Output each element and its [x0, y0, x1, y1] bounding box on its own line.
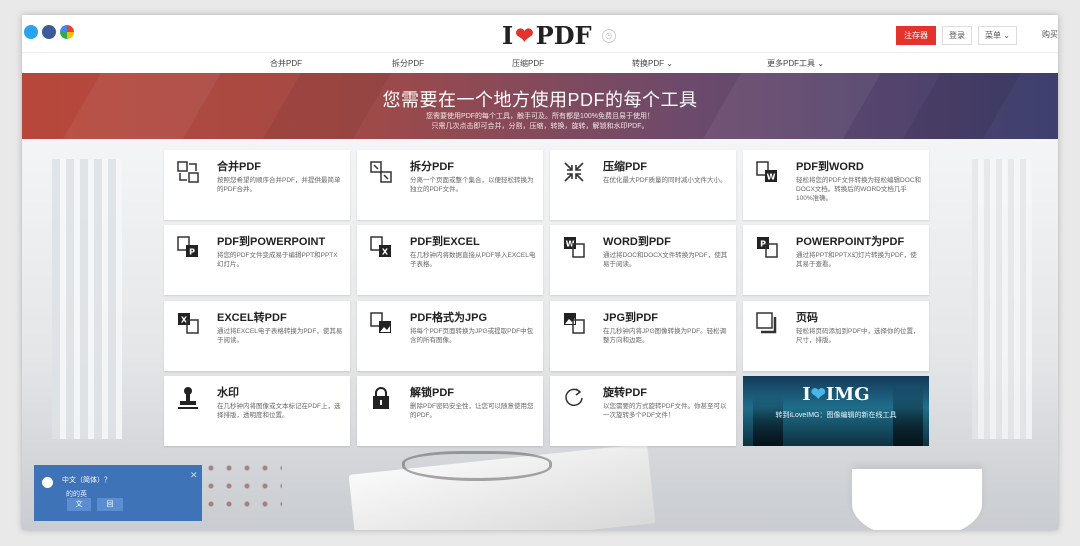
excel-file-icon: X: [370, 236, 391, 257]
word-to-pdf-icon: W: [564, 237, 585, 258]
jpg-to-pdf-icon: [564, 313, 585, 334]
tool-card-rotate-pdf[interactable]: 旋转PDF 以您需要的方式旋转PDF文件。你甚至可以一次旋转多个PDF文件！: [550, 376, 736, 446]
page-numbers-icon: [756, 312, 777, 334]
tool-card-pdf-to-jpg[interactable]: PDF格式为JPG 将每个PDF页面转换为JPG或提取PDF中包含的所有图像。: [357, 301, 543, 371]
tool-card-split-pdf[interactable]: 拆分PDF 分离一个页面或整个集合，以便轻松转换为独立的PDF文件。: [357, 150, 543, 220]
close-icon[interactable]: ✕: [190, 470, 198, 481]
hero-banner: 您需要在一个地方使用PDF的每个工具 您需要使用PDF的每个工具，触手可及。所有…: [22, 73, 1058, 139]
decor-image: [202, 459, 282, 519]
iloveimg-promo-banner[interactable]: I❤IMG 转到iLoveIMG：图像编辑的新在线工具: [743, 376, 929, 446]
compress-icon: [564, 162, 584, 182]
tool-card-word-to-pdf[interactable]: W WORD到PDF 通过将DOC和DOCX文件转换为PDF，使其易于阅读。: [550, 225, 736, 295]
login-button[interactable]: 登录: [942, 26, 972, 45]
word-file-icon: W: [756, 161, 777, 182]
ilovepdf-logo[interactable]: I ❤ PDF ◷: [502, 21, 616, 50]
language-yes-button[interactable]: 文: [67, 498, 91, 511]
powerpoint-file-icon: P: [177, 236, 198, 257]
svg-text:P: P: [760, 240, 766, 249]
main-nav: 合并PDF 拆分PDF 压缩PDF 转换PDF ⌄ 更多PDF工具 ⌄: [22, 53, 1058, 73]
twitter-icon[interactable]: [24, 25, 38, 39]
svg-text:P: P: [189, 248, 195, 257]
top-header: I ❤ PDF ◷ 注存器 登录 菜单 ⌄ 购买: [22, 15, 1058, 53]
tool-card-watermark[interactable]: 水印 在几秒钟内将图像或文本标记在PDF上，选择排版，透明度和位置。: [164, 376, 350, 446]
heart-icon: ❤: [810, 384, 826, 405]
rotate-icon: [565, 388, 583, 407]
svg-text:X: X: [382, 248, 389, 257]
iloveimg-logo: I❤IMG: [802, 384, 870, 405]
stamp-icon: [178, 387, 198, 409]
window-blinds-image: [972, 159, 1032, 439]
google-plus-icon[interactable]: [60, 25, 74, 39]
promo-tagline: 转到iLoveIMG：图像编辑的新在线工具: [775, 412, 897, 419]
nav-item-merge[interactable]: 合并PDF: [270, 58, 302, 69]
save-button[interactable]: 注存器: [896, 26, 936, 45]
tool-card-merge-pdf[interactable]: 合并PDF 按照您希望的顺序合并PDF，并提供最简单的PDF合并。: [164, 150, 350, 220]
tool-card-unlock-pdf[interactable]: 解锁PDF 删除PDF密码安全性，让您可以随意使用您的PDF。: [357, 376, 543, 446]
hero-title: 您需要在一个地方使用PDF的每个工具: [382, 90, 698, 110]
nav-item-more-tools[interactable]: 更多PDF工具 ⌄: [767, 58, 824, 69]
nav-item-compress[interactable]: 压缩PDF: [512, 58, 544, 69]
lock-icon: [373, 387, 389, 409]
hero-subtitle-2: 只需几次点击即可合并，分割，压缩，转换，旋转，解锁和水印PDF。: [431, 123, 649, 130]
tool-card-page-numbers[interactable]: 页码 轻松将页码添加到PDF中，选择你的位置，尺寸，排版。: [743, 301, 929, 371]
image-file-icon: [370, 312, 391, 333]
language-no-button[interactable]: 回: [97, 498, 123, 511]
svg-text:W: W: [767, 173, 776, 182]
language-question: 中文（简体）？: [62, 477, 111, 484]
tool-card-pdf-to-word[interactable]: W PDF到WORD 轻松将您的PDF文件转换为轻松编辑DOC和DOCX文档。转…: [743, 150, 929, 220]
window-blinds-image: [52, 159, 122, 439]
merge-icon: [177, 161, 199, 183]
tool-card-pdf-to-powerpoint[interactable]: P PDF到POWERPOINT 将您的PDF文件变成易于编辑PPT和PPTX幻…: [164, 225, 350, 295]
menu-button[interactable]: 菜单 ⌄: [978, 26, 1017, 45]
excel-to-pdf-icon: X: [178, 313, 199, 334]
tool-card-powerpoint-to-pdf[interactable]: P POWERPOINT为PDF 通过将PPT和PPTX幻灯片转换为PDF，使其…: [743, 225, 929, 295]
nav-item-split[interactable]: 拆分PDF: [392, 58, 424, 69]
tool-card-compress-pdf[interactable]: 压缩PDF 在优化最大PDF质量的同时减小文件大小。: [550, 150, 736, 220]
globe-icon: [42, 477, 53, 488]
nav-item-convert[interactable]: 转换PDF ⌄: [632, 58, 673, 69]
browser-page: I ❤ PDF ◷ 注存器 登录 菜单 ⌄ 购买 合并PDF 拆分PDF 压缩P…: [22, 15, 1058, 530]
split-icon: [370, 161, 392, 183]
tool-card-pdf-to-excel[interactable]: X PDF到EXCEL 在几秒钟内将数据直接从PDF导入EXCEL电子表格。: [357, 225, 543, 295]
glasses-image: [402, 451, 552, 481]
header-actions: 注存器 登录 菜单 ⌄: [896, 26, 1017, 45]
heart-icon: ❤: [515, 22, 534, 49]
hero-subtitle: 您需要使用PDF的每个工具，触手可及。所有都是100%免费且易于使用！: [426, 113, 654, 120]
tool-card-jpg-to-pdf[interactable]: JPG到PDF 在几秒钟内将JPG图像转换为PDF。轻松调整方向和边距。: [550, 301, 736, 371]
powerpoint-to-pdf-icon: P: [757, 237, 778, 258]
clock-icon: ◷: [601, 28, 616, 43]
social-links: [24, 25, 74, 39]
tool-card-excel-to-pdf[interactable]: X EXCEL转PDF 通过将EXCEL电子表格转换为PDF，使其易于阅读。: [164, 301, 350, 371]
coffee-cup-image: [852, 469, 982, 530]
facebook-icon[interactable]: [42, 25, 56, 39]
buy-link[interactable]: 购买: [1042, 29, 1058, 40]
language-popup: 中文（简体）？ ✕ 的的英 文 回: [34, 465, 202, 521]
